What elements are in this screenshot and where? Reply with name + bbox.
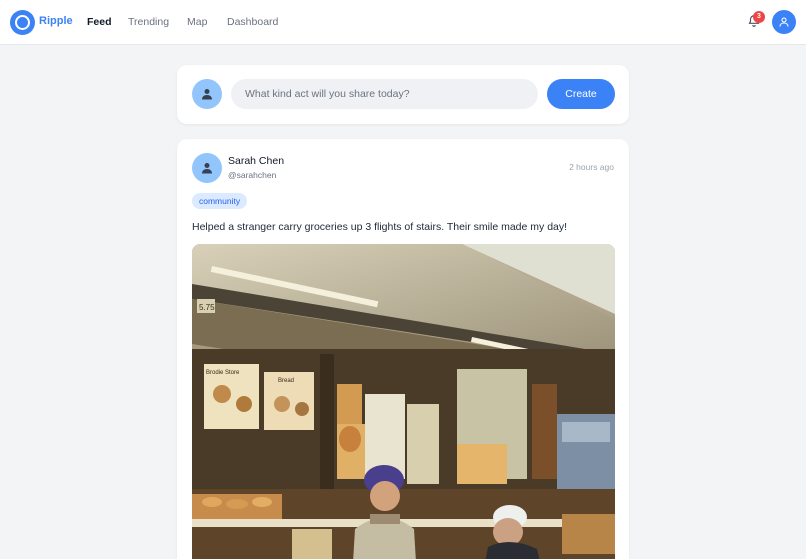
avatar — [192, 79, 222, 109]
tag-badge[interactable]: community — [192, 193, 248, 209]
bakery-photo: 5.75 Brodie Store Bread — [192, 244, 615, 559]
post-image[interactable]: 5.75 Brodie Store Bread — [192, 244, 615, 559]
ripple-logo-icon[interactable] — [10, 10, 35, 35]
top-nav-bar: Ripple Feed Trending Map Dashboard 3 — [0, 0, 806, 45]
user-avatar-icon — [202, 89, 212, 100]
post-timestamp: 2 hours ago — [569, 162, 614, 172]
author-handle[interactable]: @sarahchen — [228, 170, 276, 180]
user-avatar-icon — [202, 163, 212, 174]
nav-item-dashboard[interactable]: Dashboard — [227, 16, 278, 28]
user-icon — [779, 17, 789, 27]
image-sign-1: Brodie Store — [206, 370, 240, 376]
compose-card: What kind act will you share today? Crea… — [177, 65, 629, 124]
brand-name[interactable]: Ripple — [39, 15, 73, 27]
compose-input[interactable]: What kind act will you share today? — [231, 79, 538, 109]
notification-count-badge: 3 — [753, 11, 765, 23]
user-menu-button[interactable] — [772, 10, 796, 34]
author-name[interactable]: Sarah Chen — [228, 155, 284, 167]
image-price-label: 5.75 — [199, 303, 215, 312]
nav-item-feed[interactable]: Feed — [87, 16, 112, 28]
nav-item-trending[interactable]: Trending — [128, 16, 169, 28]
create-button[interactable]: Create — [547, 79, 615, 109]
image-sign-2: Bread — [278, 378, 294, 384]
post-text: Helped a stranger carry groceries up 3 f… — [192, 221, 568, 233]
author-avatar[interactable] — [192, 153, 222, 183]
post-card: Sarah Chen @sarahchen 2 hours ago commun… — [177, 139, 629, 559]
nav-item-map[interactable]: Map — [187, 16, 207, 28]
